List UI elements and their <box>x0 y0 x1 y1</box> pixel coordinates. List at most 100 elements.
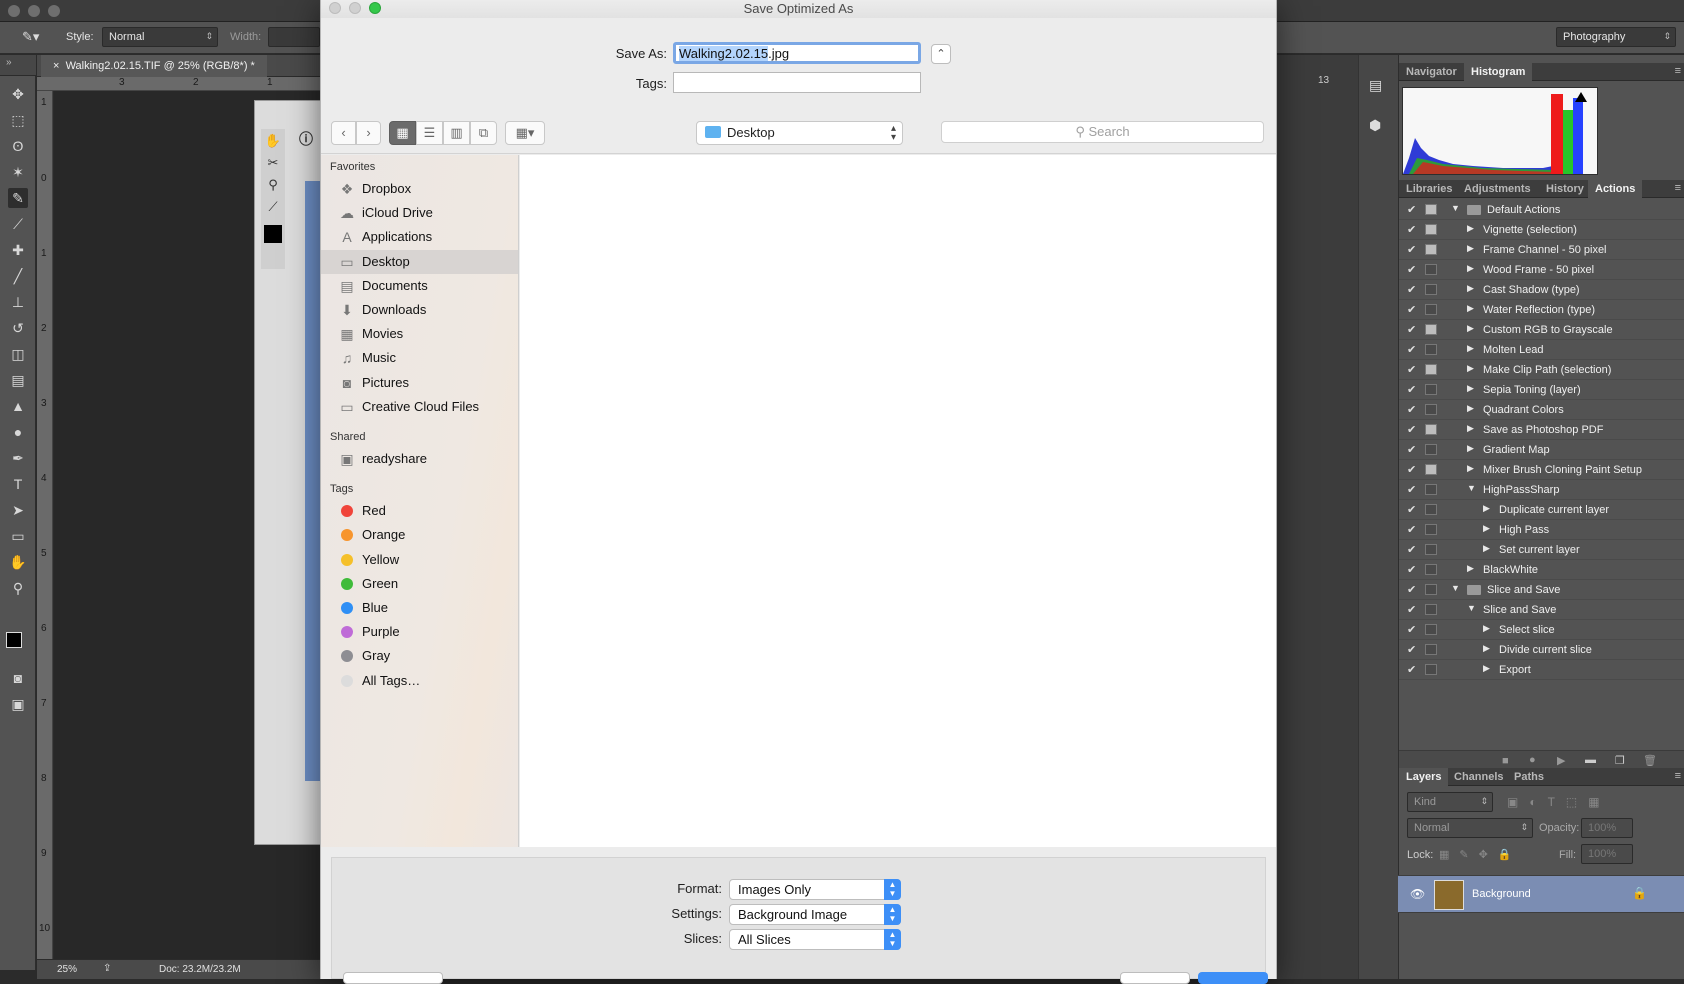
sidebar-item-music[interactable]: ♫ Music <box>321 346 518 370</box>
warning-icon[interactable] <box>1575 92 1587 102</box>
action-row[interactable]: ✔ ▼ Slice and Save <box>1399 600 1684 620</box>
checkmark-icon[interactable]: ✔ <box>1407 243 1419 256</box>
path-select-icon[interactable]: ➤ <box>8 500 28 520</box>
triangle-right-icon[interactable]: ▶ <box>1483 523 1490 534</box>
tab-adjustments[interactable]: Adjustments <box>1457 180 1538 198</box>
workspace-select[interactable]: Photography ⇕ <box>1556 27 1676 47</box>
blend-mode-select[interactable]: Normal ⇕ <box>1407 818 1533 838</box>
eyedropper-icon[interactable]: ⟋ <box>8 214 28 234</box>
action-row[interactable]: ✔ ▶ Frame Channel - 50 pixel <box>1399 240 1684 260</box>
dialog-toggle-icon[interactable] <box>1425 604 1437 615</box>
filename-input[interactable]: Walking2.02.15.jpg <box>673 42 921 64</box>
dialog-toggle-icon[interactable] <box>1425 484 1437 495</box>
sidebar-item-pictures[interactable]: ◙ Pictures <box>321 371 518 395</box>
action-row[interactable]: ✔ ▶ Gradient Map <box>1399 440 1684 460</box>
dialog-toggle-icon[interactable] <box>1425 544 1437 555</box>
checkmark-icon[interactable]: ✔ <box>1407 383 1419 396</box>
checkmark-icon[interactable]: ✔ <box>1407 463 1419 476</box>
stop-icon[interactable]: ■ <box>1502 755 1509 767</box>
dialog-toggle-icon[interactable] <box>1425 364 1437 375</box>
triangle-right-icon[interactable]: ▶ <box>1467 223 1474 234</box>
sidebar-item-creative-cloud-files[interactable]: ▭ Creative Cloud Files <box>321 395 518 419</box>
sidebar-item-downloads[interactable]: ⬇ Downloads <box>321 298 518 322</box>
checkmark-icon[interactable]: ✔ <box>1407 203 1419 216</box>
action-row[interactable]: ✔ ▶ Set current layer <box>1399 540 1684 560</box>
dialog-toggle-icon[interactable] <box>1425 524 1437 535</box>
action-row[interactable]: ✔ ▶ Save as Photoshop PDF <box>1399 420 1684 440</box>
action-row[interactable]: ✔ ▶ BlackWhite <box>1399 560 1684 580</box>
layer-row-background[interactable]: 👁 Background 🔒 <box>1398 875 1684 913</box>
foreground-color-swatch[interactable] <box>6 632 22 648</box>
move-tool-icon[interactable]: ✥ <box>8 84 28 104</box>
checkmark-icon[interactable]: ✔ <box>1407 643 1419 656</box>
blur-tool-icon[interactable]: ▲ <box>8 396 28 416</box>
panel-menu-icon[interactable]: ≡ <box>1675 182 1681 194</box>
ps-zoom-icon[interactable] <box>48 5 60 17</box>
sidebar-item-gray[interactable]: Gray <box>321 644 518 668</box>
share-icon[interactable]: ⇪ <box>103 963 111 974</box>
dialog-toggle-icon[interactable] <box>1425 644 1437 655</box>
icon-view-button[interactable]: ▦ <box>389 121 416 145</box>
back-button[interactable]: ‹ <box>331 121 356 145</box>
triangle-right-icon[interactable]: ▶ <box>1467 383 1474 394</box>
format-select[interactable]: Images Only ▲ ▼ <box>729 879 901 900</box>
action-row[interactable]: ✔ ▶ Mixer Brush Cloning Paint Setup <box>1399 460 1684 480</box>
zoom-icon[interactable]: ⚲ <box>261 177 285 193</box>
eyedropper-icon[interactable]: ⟋ <box>261 199 285 215</box>
tab-actions[interactable]: Actions <box>1588 180 1643 198</box>
checkmark-icon[interactable]: ✔ <box>1407 543 1419 556</box>
tab-close-icon[interactable]: × <box>53 60 59 72</box>
dialog-toggle-icon[interactable] <box>1425 244 1437 255</box>
dialog-toggle-icon[interactable] <box>1425 624 1437 635</box>
checkmark-icon[interactable]: ✔ <box>1407 663 1419 676</box>
triangle-right-icon[interactable]: ▶ <box>1467 423 1474 434</box>
forward-button[interactable]: › <box>356 121 381 145</box>
triangle-right-icon[interactable]: ▶ <box>1483 643 1490 654</box>
slice-select-icon[interactable]: ✂ <box>261 155 285 171</box>
action-row[interactable]: ✔ ▶ High Pass <box>1399 520 1684 540</box>
triangle-right-icon[interactable]: ▶ <box>1483 663 1490 674</box>
action-row[interactable]: ✔ ▶ Select slice <box>1399 620 1684 640</box>
sidebar-item-purple[interactable]: Purple <box>321 620 518 644</box>
checkmark-icon[interactable]: ✔ <box>1407 303 1419 316</box>
quick-mask-icon[interactable]: ◙ <box>8 668 28 688</box>
dialog-toggle-icon[interactable] <box>1425 444 1437 455</box>
action-row[interactable]: ✔ ▼ Slice and Save <box>1399 580 1684 600</box>
opacity-input[interactable]: 100% <box>1581 818 1633 838</box>
triangle-right-icon[interactable]: ▶ <box>1467 403 1474 414</box>
sidebar-item-all-tags[interactable]: All Tags… <box>321 669 518 693</box>
checkmark-icon[interactable]: ✔ <box>1407 563 1419 576</box>
checkmark-icon[interactable]: ✔ <box>1407 323 1419 336</box>
triangle-right-icon[interactable]: ▶ <box>1467 463 1474 474</box>
play-icon[interactable]: ▶ <box>1557 754 1565 767</box>
checkmark-icon[interactable]: ✔ <box>1407 403 1419 416</box>
action-row[interactable]: ✔ ▶ Duplicate current layer <box>1399 500 1684 520</box>
tab-paths[interactable]: Paths <box>1507 768 1551 786</box>
action-row[interactable]: ✔ ▶ Make Clip Path (selection) <box>1399 360 1684 380</box>
hand-icon[interactable]: ✋ <box>261 133 285 149</box>
action-row[interactable]: ✔ ▶ Export <box>1399 660 1684 680</box>
list-view-button[interactable]: ☰ <box>416 121 443 145</box>
triangle-right-icon[interactable]: ▶ <box>1483 503 1490 514</box>
sidebar-item-dropbox[interactable]: ❖ Dropbox <box>321 177 518 201</box>
layer-filter-icons[interactable]: ▣◐T⬚▦ <box>1507 795 1611 809</box>
new-set-icon[interactable]: ▬ <box>1585 754 1596 766</box>
panel-menu-icon[interactable]: ≡ <box>1675 65 1681 77</box>
style-select[interactable]: Normal ⇕ <box>102 27 218 47</box>
sidebar-item-documents[interactable]: ▤ Documents <box>321 274 518 298</box>
checkmark-icon[interactable]: ✔ <box>1407 503 1419 516</box>
settings-select[interactable]: Background Image ▲ ▼ <box>729 904 901 925</box>
dialog-toggle-icon[interactable] <box>1425 224 1437 235</box>
checkmark-icon[interactable]: ✔ <box>1407 283 1419 296</box>
checkmark-icon[interactable]: ✔ <box>1407 523 1419 536</box>
checkmark-icon[interactable]: ✔ <box>1407 263 1419 276</box>
record-icon[interactable]: ● <box>1529 754 1536 766</box>
healing-brush-icon[interactable]: ✚ <box>8 240 28 260</box>
sidebar-item-yellow[interactable]: Yellow <box>321 548 518 572</box>
triangle-right-icon[interactable]: ▶ <box>1467 343 1474 354</box>
dialog-minimize-icon[interactable] <box>349 2 361 14</box>
checkmark-icon[interactable]: ✔ <box>1407 623 1419 636</box>
action-row[interactable]: ✔ ▼ HighPassSharp <box>1399 480 1684 500</box>
action-row[interactable]: ✔ ▶ Divide current slice <box>1399 640 1684 660</box>
cancel-button[interactable] <box>1120 972 1190 984</box>
